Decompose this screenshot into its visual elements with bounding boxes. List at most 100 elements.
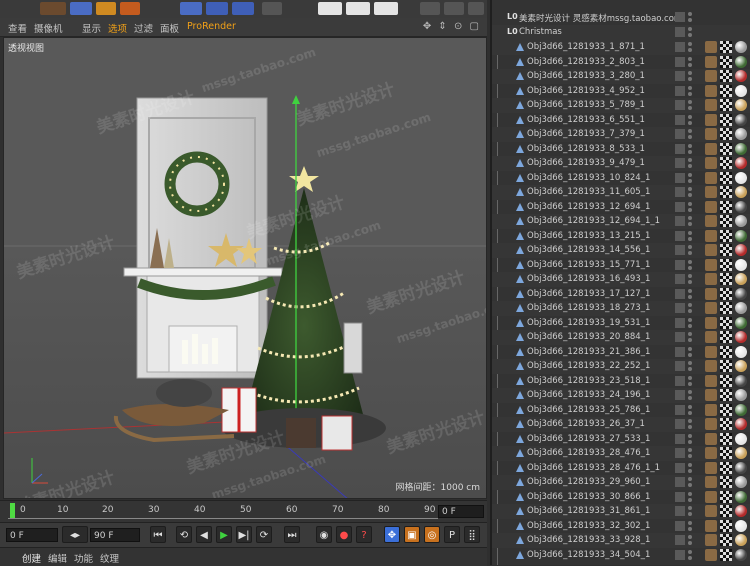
render-dot-icon[interactable]	[688, 381, 692, 386]
render-dot-icon[interactable]	[688, 230, 692, 235]
render-dot-icon[interactable]	[688, 332, 692, 336]
material-sphere-tag-icon[interactable]	[735, 374, 747, 387]
render-dot-icon[interactable]	[688, 187, 692, 191]
render-dot-icon[interactable]	[688, 549, 692, 554]
object-row[interactable]: Obj3d66_1281933_13_215_1	[492, 229, 750, 244]
checker-material-tag-icon[interactable]	[720, 113, 732, 126]
wood-material-tag-icon[interactable]	[705, 374, 717, 387]
wood-material-tag-icon[interactable]	[705, 113, 717, 126]
render-dot-icon[interactable]	[688, 114, 692, 119]
editor-visibility-toggle[interactable]	[675, 433, 685, 444]
toolbar-tool-3-icon[interactable]	[96, 2, 116, 15]
checker-material-tag-icon[interactable]	[720, 534, 732, 546]
viewport-navigation-icons[interactable]: ✥ ⇕ ⊙ ▢	[423, 21, 481, 32]
render-dot-icon[interactable]	[688, 106, 692, 110]
toolbar-tool-5-icon[interactable]	[180, 2, 202, 15]
render-dot-icon[interactable]	[688, 419, 692, 423]
wood-material-tag-icon[interactable]	[705, 258, 717, 271]
render-dot-icon[interactable]	[688, 346, 692, 351]
checker-material-tag-icon[interactable]	[720, 84, 732, 97]
render-dot-icon[interactable]	[688, 483, 692, 487]
material-sphere-tag-icon[interactable]	[735, 418, 747, 430]
render-dot-icon[interactable]	[688, 71, 692, 75]
material-sphere-tag-icon[interactable]	[735, 258, 747, 271]
start-frame-field[interactable]: 0 F	[6, 528, 58, 542]
wood-material-tag-icon[interactable]	[705, 186, 717, 198]
editor-visibility-toggle[interactable]	[675, 274, 685, 284]
wood-material-tag-icon[interactable]	[705, 316, 717, 329]
material-sphere-tag-icon[interactable]	[735, 128, 747, 140]
goto-end-icon[interactable]: ⏭	[284, 526, 300, 543]
checker-material-tag-icon[interactable]	[720, 41, 732, 53]
move-key-icon[interactable]: ✥	[384, 526, 400, 543]
wood-material-tag-icon[interactable]	[705, 128, 717, 140]
rotate-key-icon[interactable]: ◎	[424, 526, 440, 543]
material-sphere-tag-icon[interactable]	[735, 215, 747, 227]
toolbar-tool-6-icon[interactable]	[206, 2, 228, 15]
render-dot-icon[interactable]	[688, 274, 692, 278]
render-dot-icon[interactable]	[688, 280, 692, 284]
object-row[interactable]: Obj3d66_1281933_12_694_1	[492, 200, 750, 215]
material-sphere-tag-icon[interactable]	[735, 345, 747, 358]
object-row[interactable]: Obj3d66_1281933_1_871_1	[492, 40, 750, 55]
material-sphere-tag-icon[interactable]	[735, 331, 747, 343]
toolbar-tool-13-icon[interactable]	[444, 2, 464, 15]
render-dot-icon[interactable]	[688, 390, 692, 394]
wood-material-tag-icon[interactable]	[705, 360, 717, 372]
render-dot-icon[interactable]	[688, 317, 692, 322]
material-sphere-tag-icon[interactable]	[735, 519, 747, 532]
prev-key-icon[interactable]: ⟲	[176, 526, 192, 543]
object-row[interactable]: Obj3d66_1281933_14_556_1	[492, 243, 750, 258]
render-dot-icon[interactable]	[688, 201, 692, 206]
checker-material-tag-icon[interactable]	[720, 171, 732, 184]
render-dot-icon[interactable]	[688, 216, 692, 220]
object-row[interactable]: Obj3d66_1281933_12_694_1_1	[492, 214, 750, 229]
record-icon[interactable]: ◉	[316, 526, 332, 543]
next-frame-icon[interactable]: ▶|	[236, 526, 252, 543]
editor-visibility-toggle[interactable]	[675, 448, 685, 458]
object-row[interactable]: Obj3d66_1281933_33_928_1	[492, 533, 750, 548]
scale-key-icon[interactable]: ▣	[404, 526, 420, 543]
checker-material-tag-icon[interactable]	[720, 55, 732, 68]
object-row[interactable]: Obj3d66_1281933_10_824_1	[492, 171, 750, 186]
object-row[interactable]: Obj3d66_1281933_15_771_1	[492, 258, 750, 273]
render-dot-icon[interactable]	[688, 42, 692, 46]
wood-material-tag-icon[interactable]	[705, 331, 717, 343]
checker-material-tag-icon[interactable]	[720, 99, 732, 111]
render-dot-icon[interactable]	[688, 251, 692, 255]
object-row[interactable]: Obj3d66_1281933_4_952_1	[492, 84, 750, 99]
checker-material-tag-icon[interactable]	[720, 432, 732, 445]
editor-visibility-toggle[interactable]	[675, 114, 685, 125]
wood-material-tag-icon[interactable]	[705, 200, 717, 213]
editor-visibility-toggle[interactable]	[675, 375, 685, 386]
wood-material-tag-icon[interactable]	[705, 157, 717, 169]
wood-material-tag-icon[interactable]	[705, 229, 717, 242]
object-row[interactable]: Obj3d66_1281933_11_605_1	[492, 185, 750, 200]
current-frame-field[interactable]: 0 F	[438, 505, 484, 518]
render-dot-icon[interactable]	[688, 143, 692, 148]
wood-material-tag-icon[interactable]	[705, 215, 717, 227]
checker-material-tag-icon[interactable]	[720, 490, 732, 503]
object-row[interactable]: Obj3d66_1281933_21_386_1	[492, 345, 750, 360]
wood-material-tag-icon[interactable]	[705, 244, 717, 256]
editor-visibility-toggle[interactable]	[675, 491, 685, 502]
checker-material-tag-icon[interactable]	[720, 418, 732, 430]
tab-texture[interactable]: 纹理	[100, 551, 119, 565]
editor-visibility-toggle[interactable]	[675, 12, 685, 22]
checker-material-tag-icon[interactable]	[720, 302, 732, 314]
checker-material-tag-icon[interactable]	[720, 548, 732, 561]
render-dot-icon[interactable]	[688, 448, 692, 452]
material-sphere-tag-icon[interactable]	[735, 461, 747, 474]
render-dot-icon[interactable]	[688, 410, 692, 415]
render-dot-icon[interactable]	[688, 361, 692, 365]
tab-edit[interactable]: 编辑	[48, 551, 67, 565]
menu-display[interactable]: 显示	[82, 21, 101, 35]
render-dot-icon[interactable]	[688, 245, 692, 249]
render-dot-icon[interactable]	[688, 120, 692, 125]
render-dot-icon[interactable]	[688, 149, 692, 154]
render-dot-icon[interactable]	[688, 33, 692, 37]
editor-visibility-toggle[interactable]	[675, 346, 685, 357]
wood-material-tag-icon[interactable]	[705, 273, 717, 285]
wood-material-tag-icon[interactable]	[705, 447, 717, 459]
wood-material-tag-icon[interactable]	[705, 389, 717, 401]
